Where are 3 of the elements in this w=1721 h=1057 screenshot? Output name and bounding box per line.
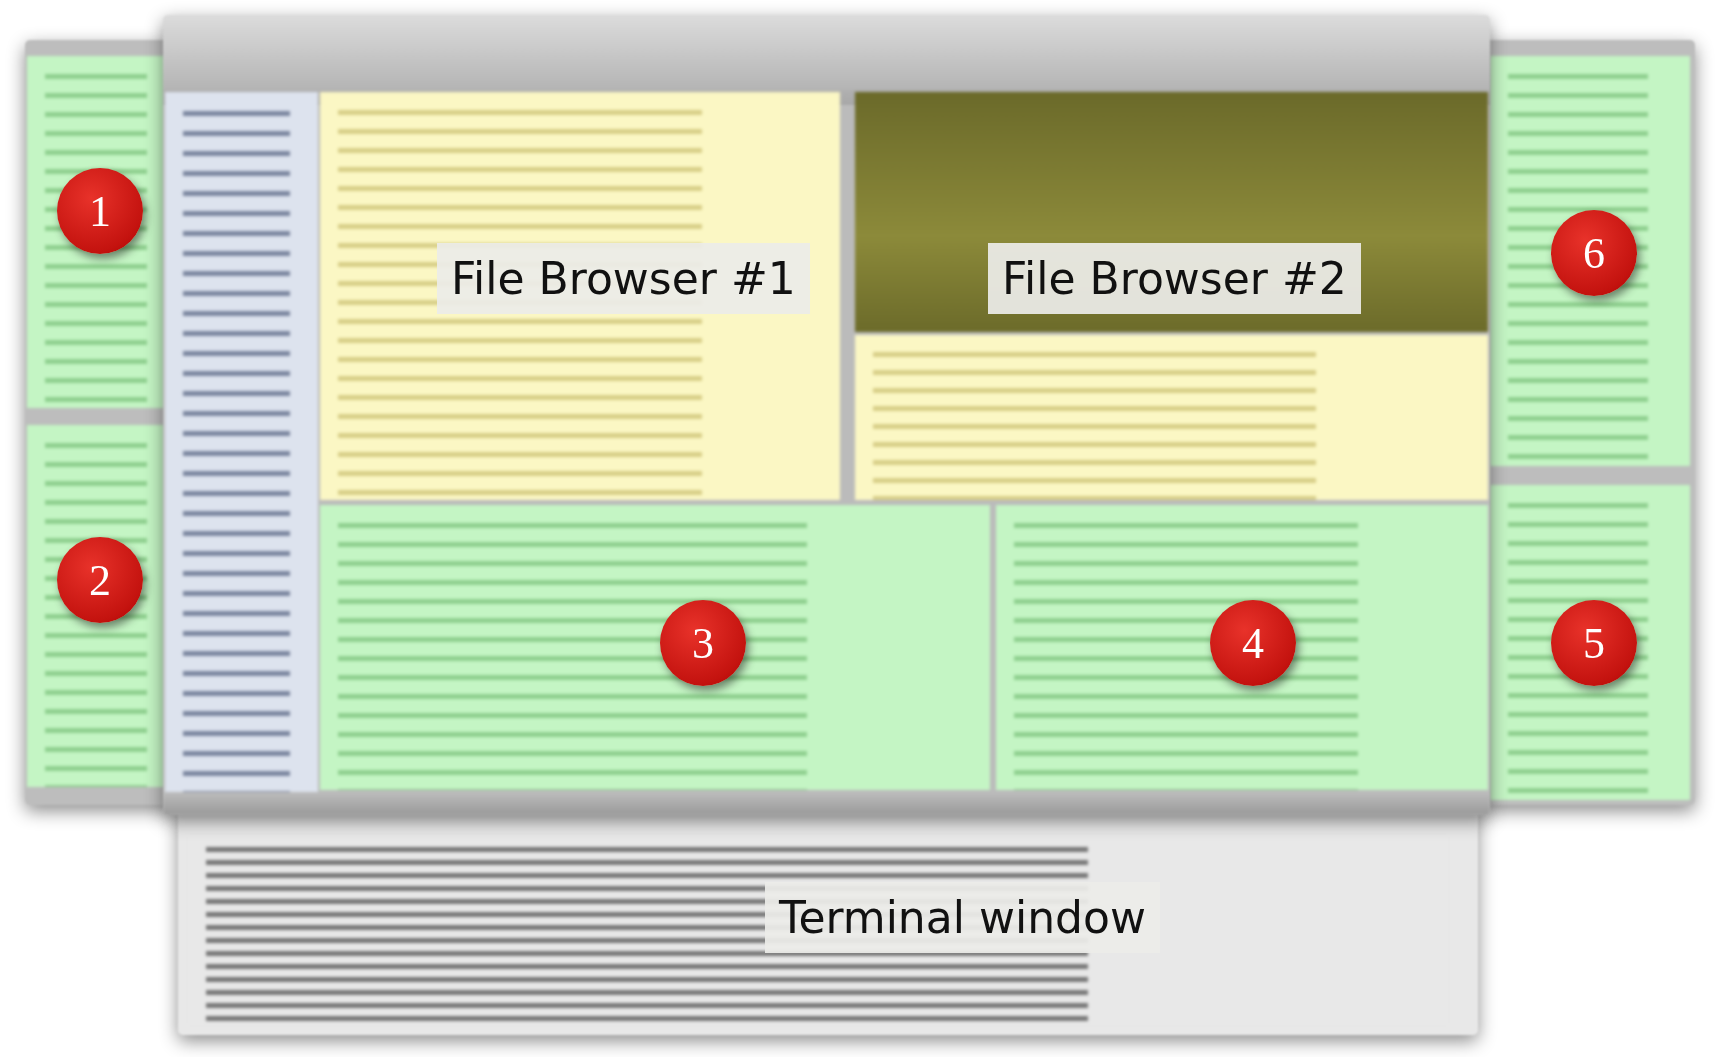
callout-label: File Browser #2	[988, 243, 1361, 314]
callout-label: File Browser #1	[437, 243, 810, 314]
callout-label: Terminal window	[765, 882, 1160, 953]
